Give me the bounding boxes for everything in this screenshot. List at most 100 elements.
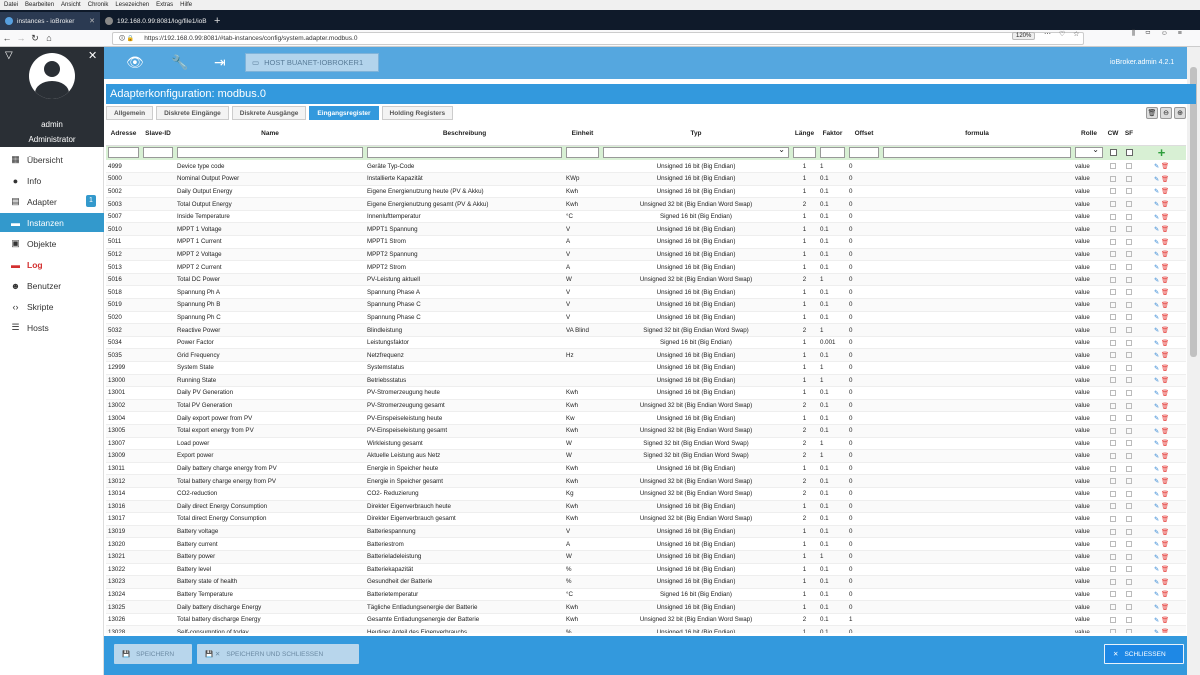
sf-checkbox[interactable] [1126, 465, 1132, 472]
sf-checkbox[interactable] [1126, 478, 1132, 485]
sf-checkbox[interactable] [1126, 389, 1132, 396]
table-row[interactable]: 5035 Grid Frequency Netzfrequenz Hz Unsigned… [106, 348, 1186, 362]
table-cell[interactable]: °C [564, 588, 601, 602]
table-row[interactable]: 13024 Battery Temperature Batterietemperat… [106, 588, 1186, 602]
table-cell[interactable]: 0.1 [818, 625, 847, 633]
table-cell[interactable] [881, 285, 1073, 300]
sidebar-item-info[interactable]: ● Info [0, 171, 104, 190]
table-cell[interactable] [141, 248, 175, 262]
table-row[interactable]: 5016 Total DC Power PV-Leistung aktuell W Un… [106, 273, 1186, 287]
table-cell[interactable]: Kw [564, 411, 601, 425]
table-cell[interactable]: 5013 [106, 260, 141, 274]
table-cell[interactable] [881, 348, 1073, 362]
table-cell[interactable]: 0.1 [818, 588, 847, 602]
table-cell[interactable]: Netzfrequenz [365, 348, 564, 362]
table-cell[interactable]: Kwh [564, 600, 601, 614]
table-cell[interactable]: Signed 16 bit (Big Endian) [601, 210, 791, 224]
table-cell[interactable]: 1 [791, 235, 818, 249]
table-cell[interactable]: 1 [791, 248, 818, 262]
edit-icon[interactable]: ✎ [1154, 629, 1161, 633]
col-sf[interactable]: SF [1121, 123, 1137, 146]
table-cell[interactable]: Daily export power from PV [175, 411, 365, 425]
table-cell[interactable]: 1 [818, 437, 847, 451]
cw-checkbox[interactable] [1110, 452, 1116, 459]
table-cell[interactable]: 13007 [106, 437, 141, 451]
table-cell[interactable] [141, 550, 175, 564]
table-cell[interactable]: Load power [175, 437, 365, 451]
sf-checkbox[interactable] [1126, 276, 1132, 283]
table-cell[interactable]: Unsigned 32 bit (Big Endian Word Swap) [601, 487, 791, 501]
table-cell[interactable]: value [1073, 185, 1105, 199]
table-cell[interactable]: 5018 [106, 285, 141, 300]
library-icon[interactable]: ⫼ ▭ ☺ ≡ [1132, 30, 1186, 38]
table-cell[interactable]: Battery state of health [175, 575, 365, 589]
table-cell[interactable]: 0.1 [818, 235, 847, 249]
delete-icon[interactable]: 🗑 [1161, 428, 1169, 435]
table-cell[interactable]: Daily PV Generation [175, 386, 365, 400]
table-cell[interactable]: 0 [847, 537, 881, 551]
table-cell[interactable] [881, 411, 1073, 425]
table-cell[interactable]: Unsigned 16 bit (Big Endian) [601, 600, 791, 614]
table-row[interactable]: 5034 Power Factor Leistungsfaktor Signed 16… [106, 336, 1186, 350]
col-typ[interactable]: Typ [601, 123, 791, 146]
table-row[interactable]: 13001 Daily PV Generation PV-Stromerzeugun… [106, 386, 1186, 400]
cw-checkbox[interactable] [1110, 465, 1116, 472]
table-cell[interactable]: Unsigned 32 bit (Big Endian Word Swap) [601, 512, 791, 526]
table-cell[interactable]: V [564, 311, 601, 325]
table-cell[interactable]: 5020 [106, 311, 141, 325]
edit-icon[interactable]: ✎ [1154, 604, 1161, 611]
table-cell[interactable]: Unsigned 16 bit (Big Endian) [601, 235, 791, 249]
table-row[interactable]: 13022 Battery level Batteriekapazität% Unsi… [106, 563, 1186, 577]
menu-item[interactable]: Ansicht [61, 2, 81, 8]
save-close-button[interactable]: 💾 ✕ SPEICHERN UND SCHLIESSEN [197, 644, 359, 664]
edit-icon[interactable]: ✎ [1154, 529, 1161, 536]
table-row[interactable]: 13012 Total battery charge energy from PV… [106, 474, 1186, 488]
table-cell[interactable]: 0 [847, 248, 881, 262]
table-cell[interactable]: Signed 32 bit (Big Endian Word Swap) [601, 449, 791, 463]
table-cell[interactable]: Batteriespannung [365, 525, 564, 539]
filter-rolle-select[interactable] [1075, 145, 1103, 159]
table-cell[interactable] [881, 625, 1073, 633]
table-cell[interactable]: Direkter Eigenverbrauch gesamt [365, 512, 564, 526]
table-cell[interactable]: V [564, 248, 601, 262]
table-cell[interactable]: V [564, 222, 601, 237]
table-cell[interactable]: 5010 [106, 222, 141, 237]
edit-icon[interactable]: ✎ [1154, 277, 1161, 284]
table-cell[interactable]: W [564, 437, 601, 451]
table-cell[interactable]: Unsigned 16 bit (Big Endian) [601, 500, 791, 514]
sf-checkbox[interactable] [1126, 238, 1132, 245]
sf-checkbox[interactable] [1126, 503, 1132, 510]
table-cell[interactable]: 2 [791, 474, 818, 488]
delete-icon[interactable]: 🗑 [1161, 277, 1169, 284]
table-row[interactable]: 5020 Spannung Ph C Spannung Phase C V Unsign… [106, 311, 1186, 325]
table-cell[interactable]: 1 [791, 537, 818, 551]
edit-icon[interactable]: ✎ [1154, 163, 1161, 170]
table-cell[interactable]: Unsigned 16 bit (Big Endian) [601, 550, 791, 564]
table-row[interactable]: 5013 MPPT 2 Current MPPT2 Strom A Unsigned 1… [106, 260, 1186, 274]
table-cell[interactable]: Unsigned 16 bit (Big Endian) [601, 361, 791, 375]
close-button[interactable]: ✕ SCHLIESSEN [1104, 644, 1184, 664]
cw-checkbox[interactable] [1110, 402, 1116, 409]
table-cell[interactable] [141, 374, 175, 388]
table-cell[interactable]: Direkter Eigenverbrauch heute [365, 500, 564, 514]
save-button[interactable]: 💾 SPEICHERN [114, 644, 192, 664]
table-cell[interactable]: 2 [791, 323, 818, 337]
sf-checkbox[interactable] [1126, 201, 1132, 208]
table-cell[interactable]: Kwh [564, 500, 601, 514]
table-cell[interactable]: 0 [847, 474, 881, 488]
table-cell[interactable] [141, 537, 175, 551]
table-cell[interactable]: 0.1 [818, 500, 847, 514]
table-cell[interactable]: System State [175, 361, 365, 375]
table-cell[interactable]: 13021 [106, 550, 141, 564]
table-cell[interactable]: 2 [791, 449, 818, 463]
table-cell[interactable] [141, 500, 175, 514]
cw-checkbox[interactable] [1110, 301, 1116, 308]
cw-checkbox[interactable] [1110, 226, 1116, 233]
table-cell[interactable]: V [564, 298, 601, 312]
table-cell[interactable]: Eigene Energienutzung heute (PV & Akku) [365, 185, 564, 199]
edit-icon[interactable]: ✎ [1154, 239, 1161, 246]
table-cell[interactable]: 0 [847, 323, 881, 337]
table-cell[interactable]: Betriebsstatus [365, 374, 564, 388]
filter-cw-checkbox[interactable] [1109, 149, 1117, 157]
sidebar-item-objekte[interactable]: ▣ Objekte [0, 234, 104, 253]
